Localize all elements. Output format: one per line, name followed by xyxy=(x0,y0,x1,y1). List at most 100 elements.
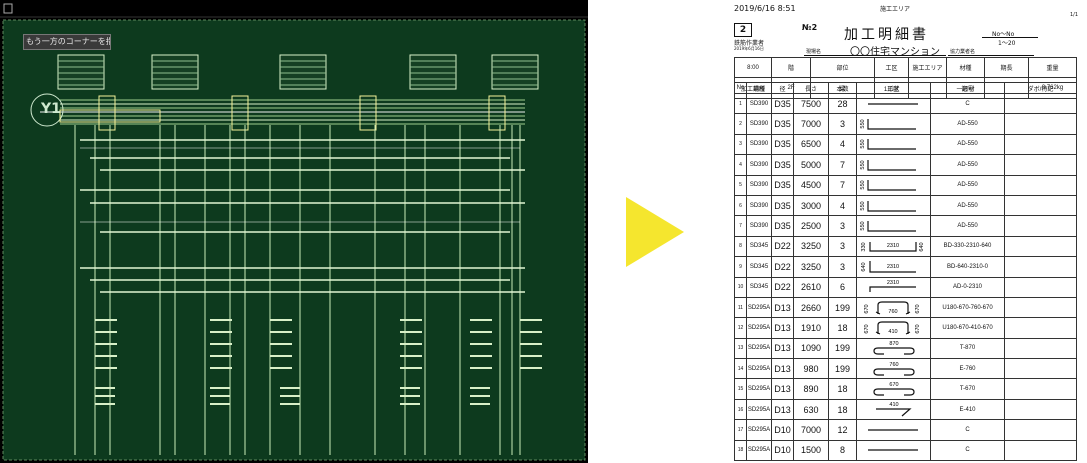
processing-sheet: 2019/6/16 8:51 施工エリア 1/1 2 鉄筋作業者 2019年6月… xyxy=(726,0,1087,463)
rebar-shape-icon: 550 xyxy=(860,139,916,151)
cell-steel: SD390 xyxy=(746,154,772,176)
table-row: 2 SD390 D35 7000 3 550 AD-550 xyxy=(734,113,1077,135)
cell-count: 4 xyxy=(828,133,857,156)
col-steel: 鋼種 xyxy=(746,82,772,94)
table-row: 3 SD390 D35 6500 4 550 AD-550 xyxy=(734,133,1077,156)
cell-no: 13 xyxy=(734,337,747,360)
area-label: 施工エリア xyxy=(880,6,911,13)
cell-note xyxy=(1004,276,1077,298)
shape-dimension: 640 xyxy=(919,243,925,252)
table-row: 12 SD295A D13 1910 18 410 670 670 U180-670-410-6… xyxy=(734,317,1077,339)
table-row: 15 SD295A D13 890 18 670 T-670 xyxy=(734,378,1077,400)
cell-length: 7000 xyxy=(793,419,829,441)
cell-code: E-410 xyxy=(930,398,1005,421)
cell-shape: 550 xyxy=(856,133,931,156)
cell-note xyxy=(1004,317,1077,339)
cell-dia: D13 xyxy=(771,398,794,421)
shape-dimension: 330 xyxy=(861,243,867,252)
cell-steel: SD390 xyxy=(746,194,772,217)
cell-code: BD-330-2310-640 xyxy=(930,235,1005,258)
print-datetime: 2019/6/16 8:51 xyxy=(734,4,796,13)
cell-count: 3 xyxy=(828,235,857,258)
cell-shape: 760 670 670 xyxy=(856,296,931,319)
cell-steel: SD295A xyxy=(746,337,772,360)
shape-dimension: 670 xyxy=(864,304,870,313)
shape-dimension: 2310 xyxy=(886,264,898,270)
cell-dia: D35 xyxy=(771,174,794,196)
shape-dimension: 550 xyxy=(860,181,866,190)
cell-code: AD-0-2310 xyxy=(930,276,1005,298)
cell-note xyxy=(1004,154,1077,176)
range-value: 1〜20 xyxy=(998,40,1016,47)
col-code: 記号 xyxy=(930,82,1005,94)
cell-no: 18 xyxy=(734,439,747,462)
cell-shape: 2310 xyxy=(856,276,931,298)
cell-count: 4 xyxy=(828,194,857,217)
cad-viewport[interactable]: もう一方のコーナーを指定: Y1 xyxy=(0,0,588,463)
shape-dimension: 640 xyxy=(861,262,867,271)
cell-note xyxy=(1004,133,1077,156)
table-row: 1 SD390 D35 7500 28 C xyxy=(734,92,1077,115)
rebar-shape-icon: 550 xyxy=(860,221,916,232)
cell-count: 18 xyxy=(828,378,857,400)
cell-shape: 2310 640 xyxy=(856,256,931,278)
cell-no: 16 xyxy=(734,398,747,421)
col-dia: 径 xyxy=(771,82,794,94)
cell-no: 11 xyxy=(734,296,747,319)
cell-length: 3250 xyxy=(793,235,829,258)
cell-note xyxy=(1004,419,1077,441)
cell-code: E-760 xyxy=(930,358,1005,380)
cell-code: BD-640-2310-0 xyxy=(930,256,1005,278)
cell-dia: D22 xyxy=(771,276,794,298)
cell-note xyxy=(1004,215,1077,237)
cad-drawing[interactable] xyxy=(0,0,588,463)
cell-no: 15 xyxy=(734,378,747,400)
cell-shape: 550 xyxy=(856,174,931,196)
cell-count: 199 xyxy=(828,337,857,360)
table-row: 10 SD345 D22 2610 6 2310 AD-0-2310 xyxy=(734,276,1077,298)
rebar-shape-icon: 2310 xyxy=(868,280,916,293)
cell-note xyxy=(1004,92,1077,115)
cell-steel: SD390 xyxy=(746,113,772,135)
cell-count: 6 xyxy=(828,276,857,298)
cell-dia: D22 xyxy=(771,256,794,278)
cell-steel: SD345 xyxy=(746,276,772,298)
cell-length: 3250 xyxy=(793,256,829,278)
cell-steel: SD295A xyxy=(746,358,772,380)
rebar-shape-icon xyxy=(867,103,918,105)
shape-dimension: 550 xyxy=(860,140,866,149)
cell-no: 9 xyxy=(734,256,747,278)
shape-dimension: 2310 xyxy=(886,243,898,249)
shape-dimension: 870 xyxy=(889,341,898,347)
cell-steel: SD295A xyxy=(746,296,772,319)
rebar-shape-icon: 760 670 670 xyxy=(864,300,921,315)
cell-note xyxy=(1004,113,1077,135)
rebar-shape-icon: 550 xyxy=(860,119,916,130)
shape-dimension: 2310 xyxy=(886,280,898,286)
cell-dia: D35 xyxy=(771,194,794,217)
shape-dimension: 670 xyxy=(864,324,870,333)
cell-shape: 410 670 670 xyxy=(856,317,931,339)
cell-code: C xyxy=(930,419,1005,441)
cell-count: 3 xyxy=(828,113,857,135)
shape-dimension: 410 xyxy=(889,402,898,408)
cell-shape: 550 xyxy=(856,215,931,237)
rebar-shape-icon: 550 xyxy=(860,200,916,212)
rebar-shape-icon: 410 670 670 xyxy=(864,321,921,335)
cell-note xyxy=(1004,296,1077,319)
sheet-number: 2 xyxy=(734,23,752,37)
table-row: 4 SD390 D35 5000 7 550 AD-550 xyxy=(734,154,1077,176)
cell-code: C xyxy=(930,439,1005,462)
cell-length: 2610 xyxy=(793,276,829,298)
cell-no: 3 xyxy=(734,133,747,156)
cell-steel: SD295A xyxy=(746,317,772,339)
cell-code: AD-550 xyxy=(930,174,1005,196)
cell-length: 1090 xyxy=(793,337,829,360)
cell-dia: D22 xyxy=(771,235,794,258)
cell-note xyxy=(1004,378,1077,400)
shape-dimension: 550 xyxy=(860,221,866,230)
cell-count: 7 xyxy=(828,154,857,176)
cell-code: AD-550 xyxy=(930,133,1005,156)
cell-no: 4 xyxy=(734,154,747,176)
rebar-shape-icon: 550 xyxy=(860,180,916,191)
